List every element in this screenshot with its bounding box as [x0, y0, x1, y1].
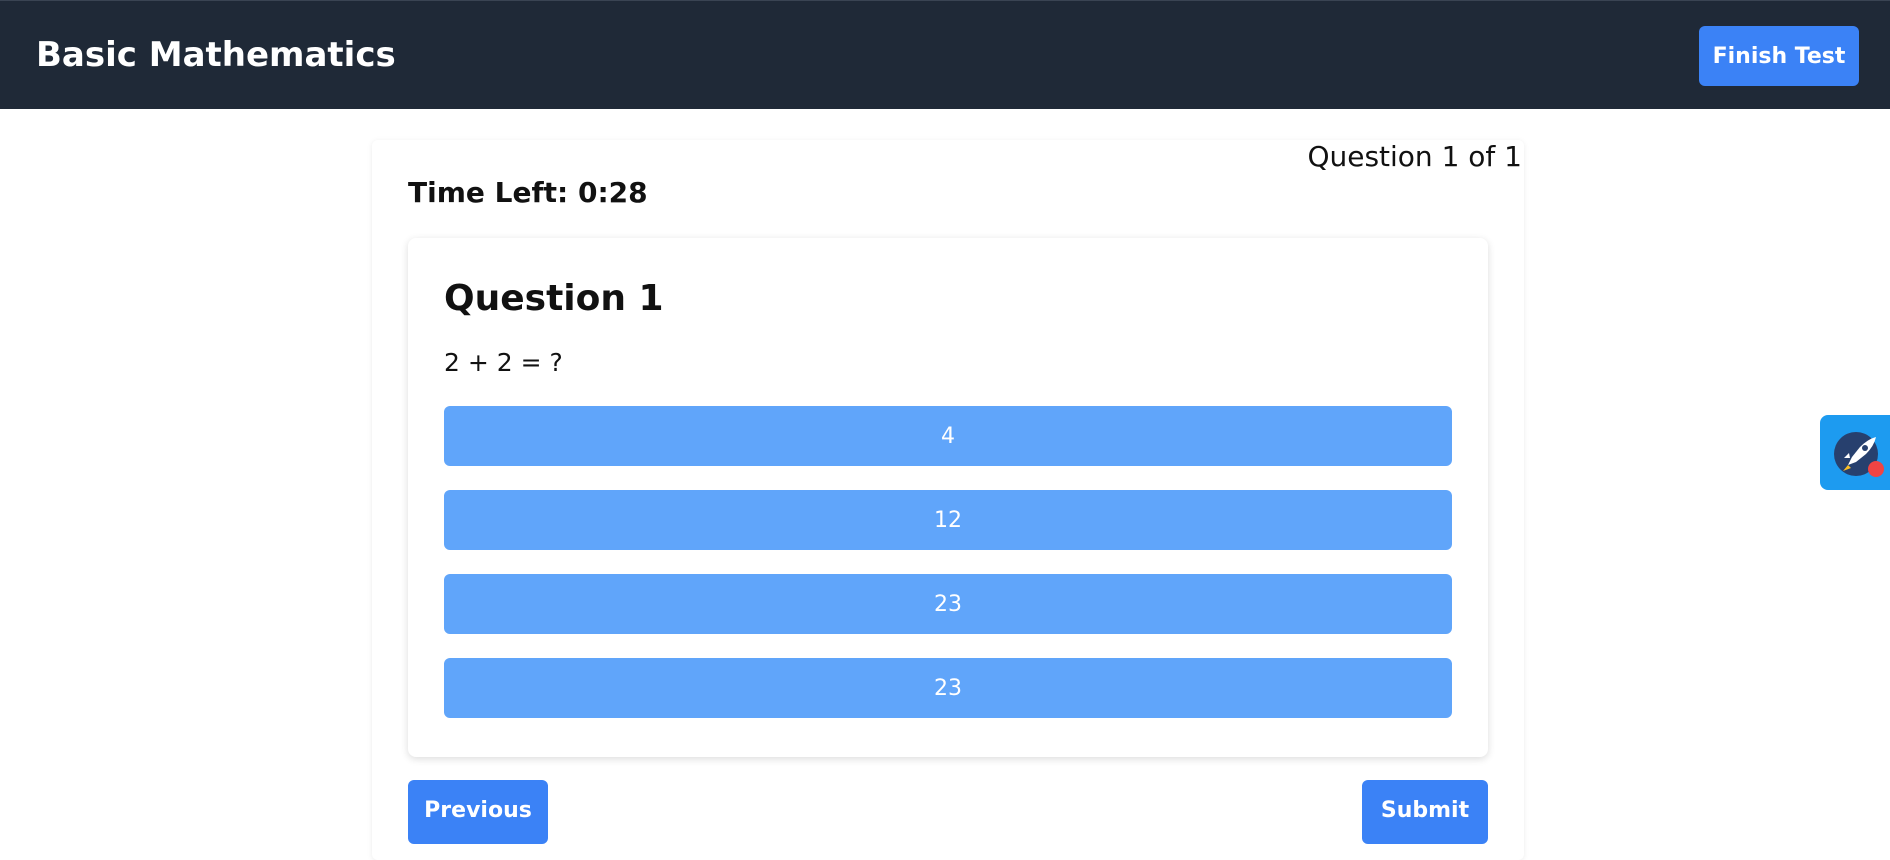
- answer-options: 4 12 23 23: [444, 406, 1452, 742]
- rocket-icon: [1834, 432, 1884, 477]
- finish-test-button[interactable]: Finish Test: [1699, 26, 1859, 86]
- side-widget-button[interactable]: [1820, 415, 1890, 490]
- answer-option-1[interactable]: 4: [444, 406, 1452, 466]
- answer-option-2[interactable]: 12: [444, 490, 1452, 550]
- app-title: Basic Mathematics: [36, 35, 396, 75]
- answer-option-3[interactable]: 23: [444, 574, 1452, 634]
- quiz-container: Question 1 of 1 Time Left: 0:28 Question…: [372, 140, 1524, 860]
- question-text: 2 + 2 = ?: [444, 348, 563, 377]
- question-title: Question 1: [444, 278, 664, 319]
- top-navbar: Basic Mathematics Finish Test: [0, 0, 1890, 109]
- question-card: Question 1 2 + 2 = ? 4 12 23 23: [408, 238, 1488, 757]
- previous-button[interactable]: Previous: [408, 780, 548, 844]
- answer-option-4[interactable]: 23: [444, 658, 1452, 718]
- question-counter: Question 1 of 1: [1307, 140, 1522, 173]
- time-left: Time Left: 0:28: [408, 176, 648, 209]
- submit-button[interactable]: Submit: [1362, 780, 1488, 844]
